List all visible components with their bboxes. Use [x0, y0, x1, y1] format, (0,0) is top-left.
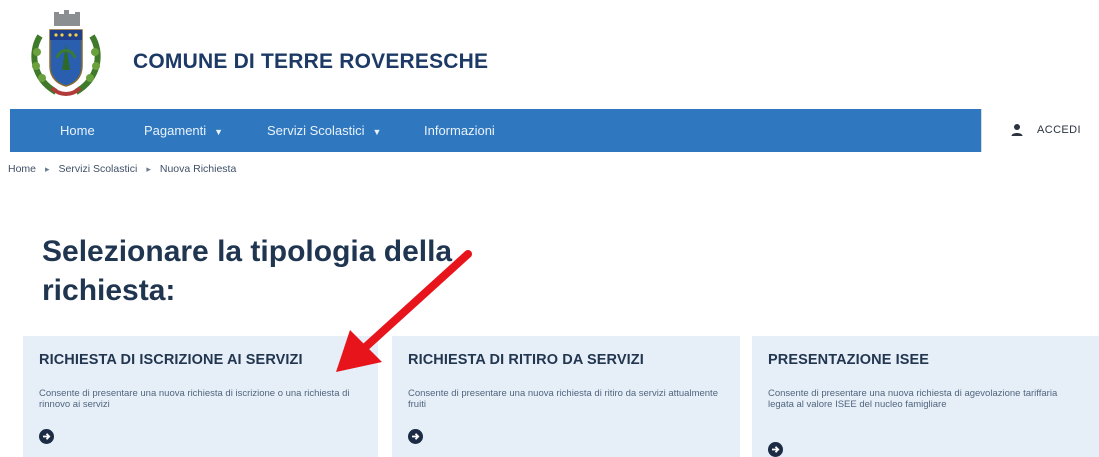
municipal-crest-logo[interactable]	[26, 8, 106, 102]
nav-item-pagamenti[interactable]: Pagamenti ▼	[144, 109, 223, 152]
nav-item-label: Home	[60, 123, 95, 138]
card-description: Consente di presentare una nuova richies…	[39, 388, 350, 410]
main-navbar: Home Pagamenti ▼ Servizi Scolastici ▼ Info…	[10, 109, 1099, 152]
card-iscrizione-servizi[interactable]: RICHIESTA DI ISCRIZIONE AI SERVIZI Conse…	[23, 336, 378, 457]
chevron-down-icon: ▼	[214, 127, 224, 137]
card-presentazione-isee[interactable]: PRESENTAZIONE ISEE Consente di presentar…	[752, 336, 1099, 457]
breadcrumb-home[interactable]: Home	[8, 163, 36, 175]
login-label: ACCEDI	[1037, 124, 1081, 136]
site-header: COMUNE DI TERRE ROVERESCHE	[0, 0, 1099, 108]
site-title[interactable]: COMUNE DI TERRE ROVERESCHE	[133, 50, 488, 74]
arrow-right-circle-icon[interactable]	[768, 442, 783, 457]
chevron-right-icon: ▸	[146, 164, 151, 174]
nav-item-label: Informazioni	[424, 123, 495, 138]
nav-item-home[interactable]: Home	[60, 109, 95, 152]
breadcrumb-current: Nuova Richiesta	[159, 163, 237, 175]
nav-item-servizi-scolastici[interactable]: Servizi Scolastici ▼	[267, 109, 381, 152]
user-icon	[1011, 124, 1023, 136]
annotation-arrow-icon	[336, 250, 472, 372]
card-description: Consente di presentare una nuova richies…	[408, 388, 718, 410]
card-description: Consente di presentare una nuova richies…	[768, 388, 1058, 410]
breadcrumb: Home ▸ Servizi Scolastici ▸ Nuova Richiesta	[8, 163, 236, 175]
breadcrumb-servizi-scolastici[interactable]: Servizi Scolastici	[59, 163, 138, 175]
nav-item-informazioni[interactable]: Informazioni	[424, 109, 495, 152]
card-title[interactable]: RICHIESTA DI ISCRIZIONE AI SERVIZI	[39, 352, 303, 368]
chevron-right-icon: ▸	[45, 164, 50, 174]
nav-item-label: Pagamenti	[144, 123, 207, 138]
chevron-down-icon: ▼	[372, 127, 382, 137]
nav-item-label: Servizi Scolastici	[267, 123, 365, 138]
login-button[interactable]: ACCEDI	[981, 109, 1099, 152]
arrow-right-circle-icon[interactable]	[408, 429, 423, 444]
arrow-right-circle-icon[interactable]	[39, 429, 54, 444]
card-title[interactable]: PRESENTAZIONE ISEE	[768, 352, 929, 368]
